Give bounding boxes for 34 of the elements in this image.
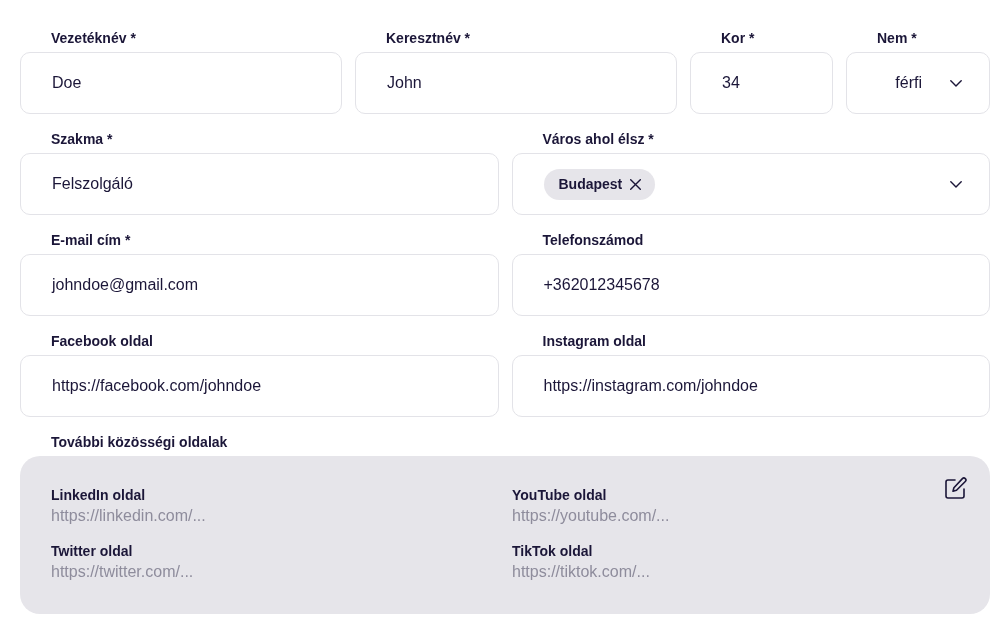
url-text: https://twitter.com/... xyxy=(51,562,194,582)
field-label: Telefonszámod xyxy=(542,231,644,249)
field-label: Instagram oldal xyxy=(542,332,646,350)
social-label: YouTube oldal xyxy=(512,486,607,504)
select-field[interactable]: férfi xyxy=(846,52,990,114)
field-label: Város ahol élsz * xyxy=(542,130,654,148)
url-text: https://tiktok.com/... xyxy=(512,562,650,582)
text-field[interactable]: Doe xyxy=(20,52,342,114)
social-label: TikTok oldal xyxy=(512,542,593,560)
tag-chip: Budapest xyxy=(543,168,656,200)
field-label: Keresztnév * xyxy=(386,29,471,47)
text-field[interactable]: Felszolgáló xyxy=(20,153,499,215)
social-label: LinkedIn oldal xyxy=(51,486,146,504)
close-icon[interactable] xyxy=(630,178,642,190)
field-label: Facebook oldal xyxy=(51,332,153,350)
url-text: https://youtube.com/... xyxy=(512,506,670,526)
chevron-down-icon[interactable] xyxy=(950,79,962,87)
field-label: Vezetéknév * xyxy=(51,29,136,47)
text-field[interactable]: 34 xyxy=(690,52,833,114)
field-label: E-mail cím * xyxy=(51,231,131,249)
section-label: További közösségi oldalak xyxy=(51,433,228,451)
text-field[interactable]: John xyxy=(355,52,677,114)
chevron-down-icon[interactable] xyxy=(950,180,962,188)
text-field[interactable]: https://facebook.com/johndoe xyxy=(20,355,499,417)
text-field[interactable]: https://instagram.com/johndoe xyxy=(511,355,990,417)
social-label: Twitter oldal xyxy=(51,542,133,560)
url-text: https://linkedin.com/... xyxy=(51,506,206,526)
edit-icon[interactable] xyxy=(945,477,967,499)
text-field[interactable]: +362012345678 xyxy=(511,254,990,316)
field-label: Szakma * xyxy=(51,130,113,148)
multiselect-field[interactable]: Budapest xyxy=(511,153,990,215)
field-label: Nem * xyxy=(877,29,917,47)
field-label: Kor * xyxy=(721,29,755,47)
text-field[interactable]: johndoe@gmail.com xyxy=(20,254,499,316)
